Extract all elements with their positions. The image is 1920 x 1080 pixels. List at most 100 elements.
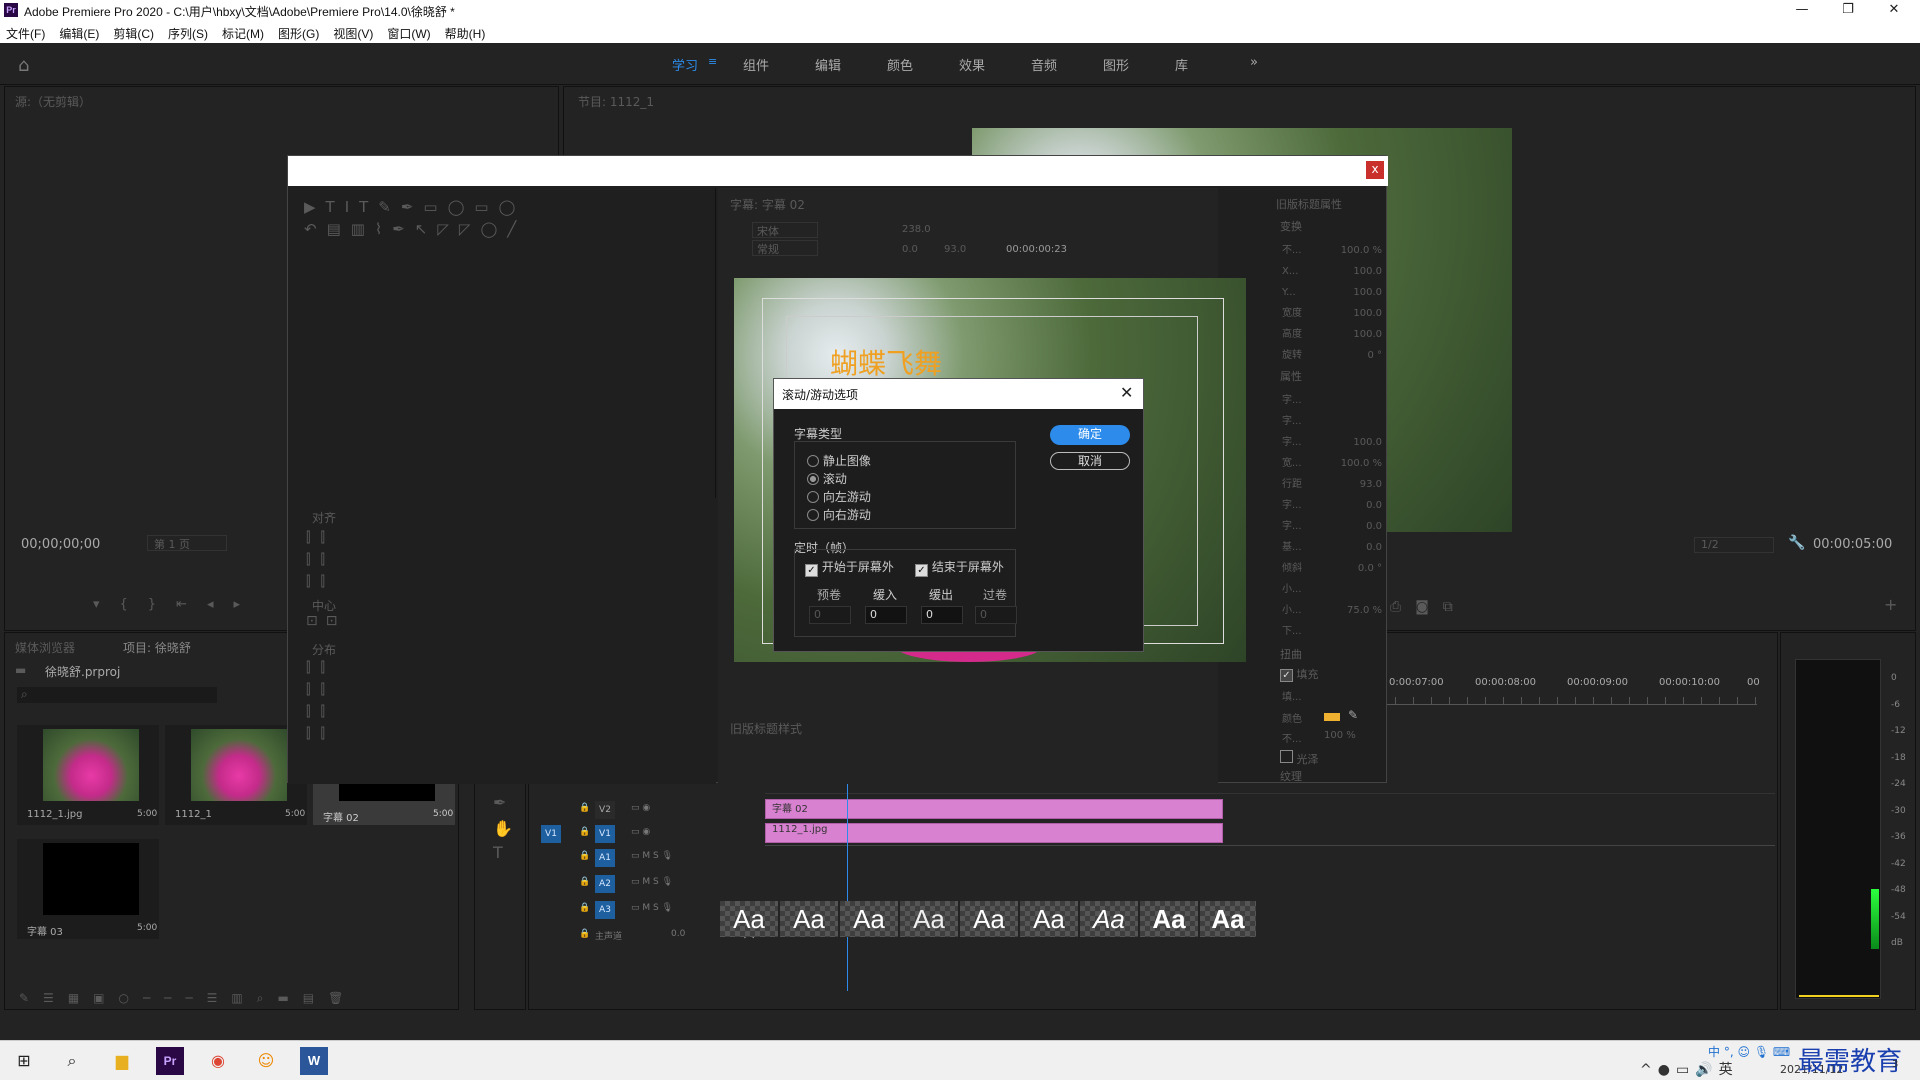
- transform-section[interactable]: 变换: [1280, 218, 1302, 234]
- fill-type-label[interactable]: 填...: [1282, 688, 1302, 703]
- sync-icon[interactable]: ▭ ◉: [631, 803, 650, 813]
- attributes-section[interactable]: 属性: [1280, 368, 1302, 384]
- title-text-object[interactable]: 蝴蝶飞舞: [830, 342, 942, 382]
- property-value[interactable]: 0.0: [1366, 495, 1382, 516]
- sheen-checkbox[interactable]: [1280, 750, 1293, 763]
- project-footer-icons[interactable]: ✎☰▦▣○───☰▥⌕▬▤🗑: [19, 991, 357, 1006]
- kerning-value[interactable]: 0.0: [902, 244, 918, 255]
- property-value[interactable]: 0 °: [1367, 345, 1382, 366]
- property-row[interactable]: 小... 75.0 %: [1282, 600, 1382, 621]
- property-row[interactable]: 倾斜 0.0 °: [1282, 558, 1382, 579]
- postroll-input[interactable]: 0: [975, 606, 1017, 624]
- menu-graphics[interactable]: 图形(G): [272, 22, 327, 42]
- mute-button[interactable]: M: [642, 903, 650, 913]
- tab-editing[interactable]: 编辑: [815, 55, 841, 74]
- tab-assembly[interactable]: 组件: [743, 55, 769, 74]
- distribute-buttons[interactable]: ⫿⫿ ⫿⫿ ⫿⫿ ⫿⫿: [306, 657, 335, 745]
- source-panel-title[interactable]: 源:（无剪辑）: [15, 93, 91, 110]
- style-swatch[interactable]: Aa: [1020, 901, 1078, 937]
- property-row[interactable]: 不... 100.0 %: [1282, 240, 1382, 261]
- ime-emoji[interactable]: ☺: [1738, 1045, 1751, 1059]
- start-offscreen-option[interactable]: ✓ 开始于屏幕外: [805, 558, 894, 577]
- pen-tool-icon[interactable]: ✒: [493, 793, 506, 812]
- radio-crawl-left[interactable]: 向左游动: [807, 488, 871, 505]
- radio-icon[interactable]: [807, 455, 819, 467]
- radio-roll[interactable]: 滚动: [807, 470, 847, 487]
- end-offscreen-checkbox[interactable]: ✓: [915, 564, 928, 577]
- mute-button[interactable]: M: [642, 877, 650, 887]
- end-offscreen-option[interactable]: ✓ 结束于屏幕外: [915, 558, 1004, 577]
- property-row[interactable]: 高度 100.0: [1282, 324, 1382, 345]
- tab-effects[interactable]: 效果: [959, 55, 985, 74]
- style-swatch[interactable]: Aa: [720, 901, 778, 937]
- tab-audio[interactable]: 音频: [1031, 55, 1057, 74]
- ime-toolbar[interactable]: 中 °, ☺ 🎙 ⌨: [1708, 1043, 1790, 1060]
- tab-media-browser[interactable]: 媒体浏览器: [15, 639, 75, 656]
- cancel-button[interactable]: 取消: [1050, 452, 1130, 470]
- opacity-value[interactable]: 100 %: [1324, 730, 1356, 741]
- app-icon[interactable]: ☺: [252, 1047, 280, 1075]
- property-row[interactable]: 行距 93.0: [1282, 474, 1382, 495]
- workspace-menu-icon[interactable]: ≡: [708, 55, 717, 68]
- tab-learn[interactable]: 学习: [672, 55, 698, 74]
- eyedropper-icon[interactable]: ✎: [1348, 708, 1358, 722]
- more-workspaces-icon[interactable]: »: [1250, 55, 1258, 70]
- chrome-icon[interactable]: ◉: [204, 1047, 232, 1075]
- lock-icon[interactable]: 🔒: [579, 877, 590, 887]
- property-value[interactable]: 100.0 %: [1341, 240, 1382, 261]
- texture-section[interactable]: 纹理: [1280, 768, 1302, 784]
- radio-still-image[interactable]: 静止图像: [807, 452, 871, 469]
- solo-button[interactable]: S: [653, 851, 659, 861]
- close-window-button[interactable]: ✕: [1872, 0, 1916, 22]
- project-item[interactable]: 1112_1.jpg 5:00: [17, 725, 159, 825]
- radio-icon[interactable]: [807, 491, 819, 503]
- master-track-value[interactable]: 0.0: [671, 929, 685, 939]
- track-a3[interactable]: A3: [595, 901, 615, 919]
- lock-icon[interactable]: 🔒: [579, 929, 590, 939]
- menu-edit[interactable]: 编辑(E): [53, 22, 107, 42]
- export-frame-icon[interactable]: ⎙◙⧉: [1390, 599, 1467, 615]
- home-icon[interactable]: ⌂: [18, 55, 38, 76]
- track-a1[interactable]: A1: [595, 849, 615, 867]
- minimize-button[interactable]: —: [1780, 0, 1824, 22]
- font-style-select[interactable]: 常规: [752, 240, 818, 256]
- search-icon[interactable]: ⌕: [58, 1047, 86, 1075]
- property-row[interactable]: 小...: [1282, 579, 1382, 600]
- tab-project[interactable]: 项目: 徐晓舒: [123, 639, 191, 656]
- close-icon[interactable]: x: [1366, 161, 1384, 179]
- lock-icon[interactable]: 🔒: [579, 851, 590, 861]
- tab-libraries[interactable]: 库: [1175, 55, 1188, 74]
- property-row[interactable]: 宽度 100.0: [1282, 303, 1382, 324]
- project-item[interactable]: 字幕 03 5:00: [17, 839, 159, 939]
- tab-color[interactable]: 颜色: [887, 55, 913, 74]
- restore-button[interactable]: ❐: [1826, 0, 1870, 22]
- start-offscreen-checkbox[interactable]: ✓: [805, 564, 818, 577]
- menu-clip[interactable]: 剪辑(C): [107, 22, 162, 42]
- property-row[interactable]: 字...: [1282, 390, 1382, 411]
- program-fit-select[interactable]: 1/2: [1694, 537, 1774, 553]
- align-buttons[interactable]: ⫿⫿ ⫿⫿ ⫿⫿: [306, 527, 335, 593]
- ime-punct[interactable]: °,: [1724, 1045, 1734, 1059]
- file-explorer-icon[interactable]: ▆: [108, 1047, 136, 1075]
- fill-checkbox[interactable]: ✓: [1280, 669, 1293, 682]
- title-tool-icons[interactable]: ▶TⅠT✎✒▭◯▭◯ ↶▤▥⌇✒↖◸◸◯╱: [304, 196, 604, 240]
- style-swatch[interactable]: Aa: [1080, 901, 1138, 937]
- property-value[interactable]: 75.0 %: [1347, 600, 1382, 621]
- property-row[interactable]: Y... 100.0: [1282, 282, 1382, 303]
- property-value[interactable]: 0.0: [1366, 516, 1382, 537]
- radio-selected-icon[interactable]: [807, 473, 819, 485]
- property-row[interactable]: 字... 100.0: [1282, 432, 1382, 453]
- property-row[interactable]: 字...: [1282, 411, 1382, 432]
- sync-icon[interactable]: ▭ ◉: [631, 827, 650, 837]
- project-search-input[interactable]: ⌕: [17, 687, 217, 703]
- font-family-select[interactable]: 宋体: [752, 222, 818, 238]
- project-item[interactable]: 1112_1 5:00: [165, 725, 307, 825]
- program-timecode[interactable]: 00:00:05:00: [1813, 537, 1892, 552]
- ime-keyboard[interactable]: ⌨: [1773, 1045, 1790, 1059]
- style-swatch[interactable]: Aa: [900, 901, 958, 937]
- ime-voice[interactable]: 🎙: [1754, 1045, 1769, 1059]
- master-track-label[interactable]: 主声道: [595, 929, 622, 942]
- fill-color-swatch[interactable]: [1324, 713, 1340, 721]
- leading-value[interactable]: 93.0: [944, 244, 966, 255]
- menu-marker[interactable]: 标记(M): [216, 22, 272, 42]
